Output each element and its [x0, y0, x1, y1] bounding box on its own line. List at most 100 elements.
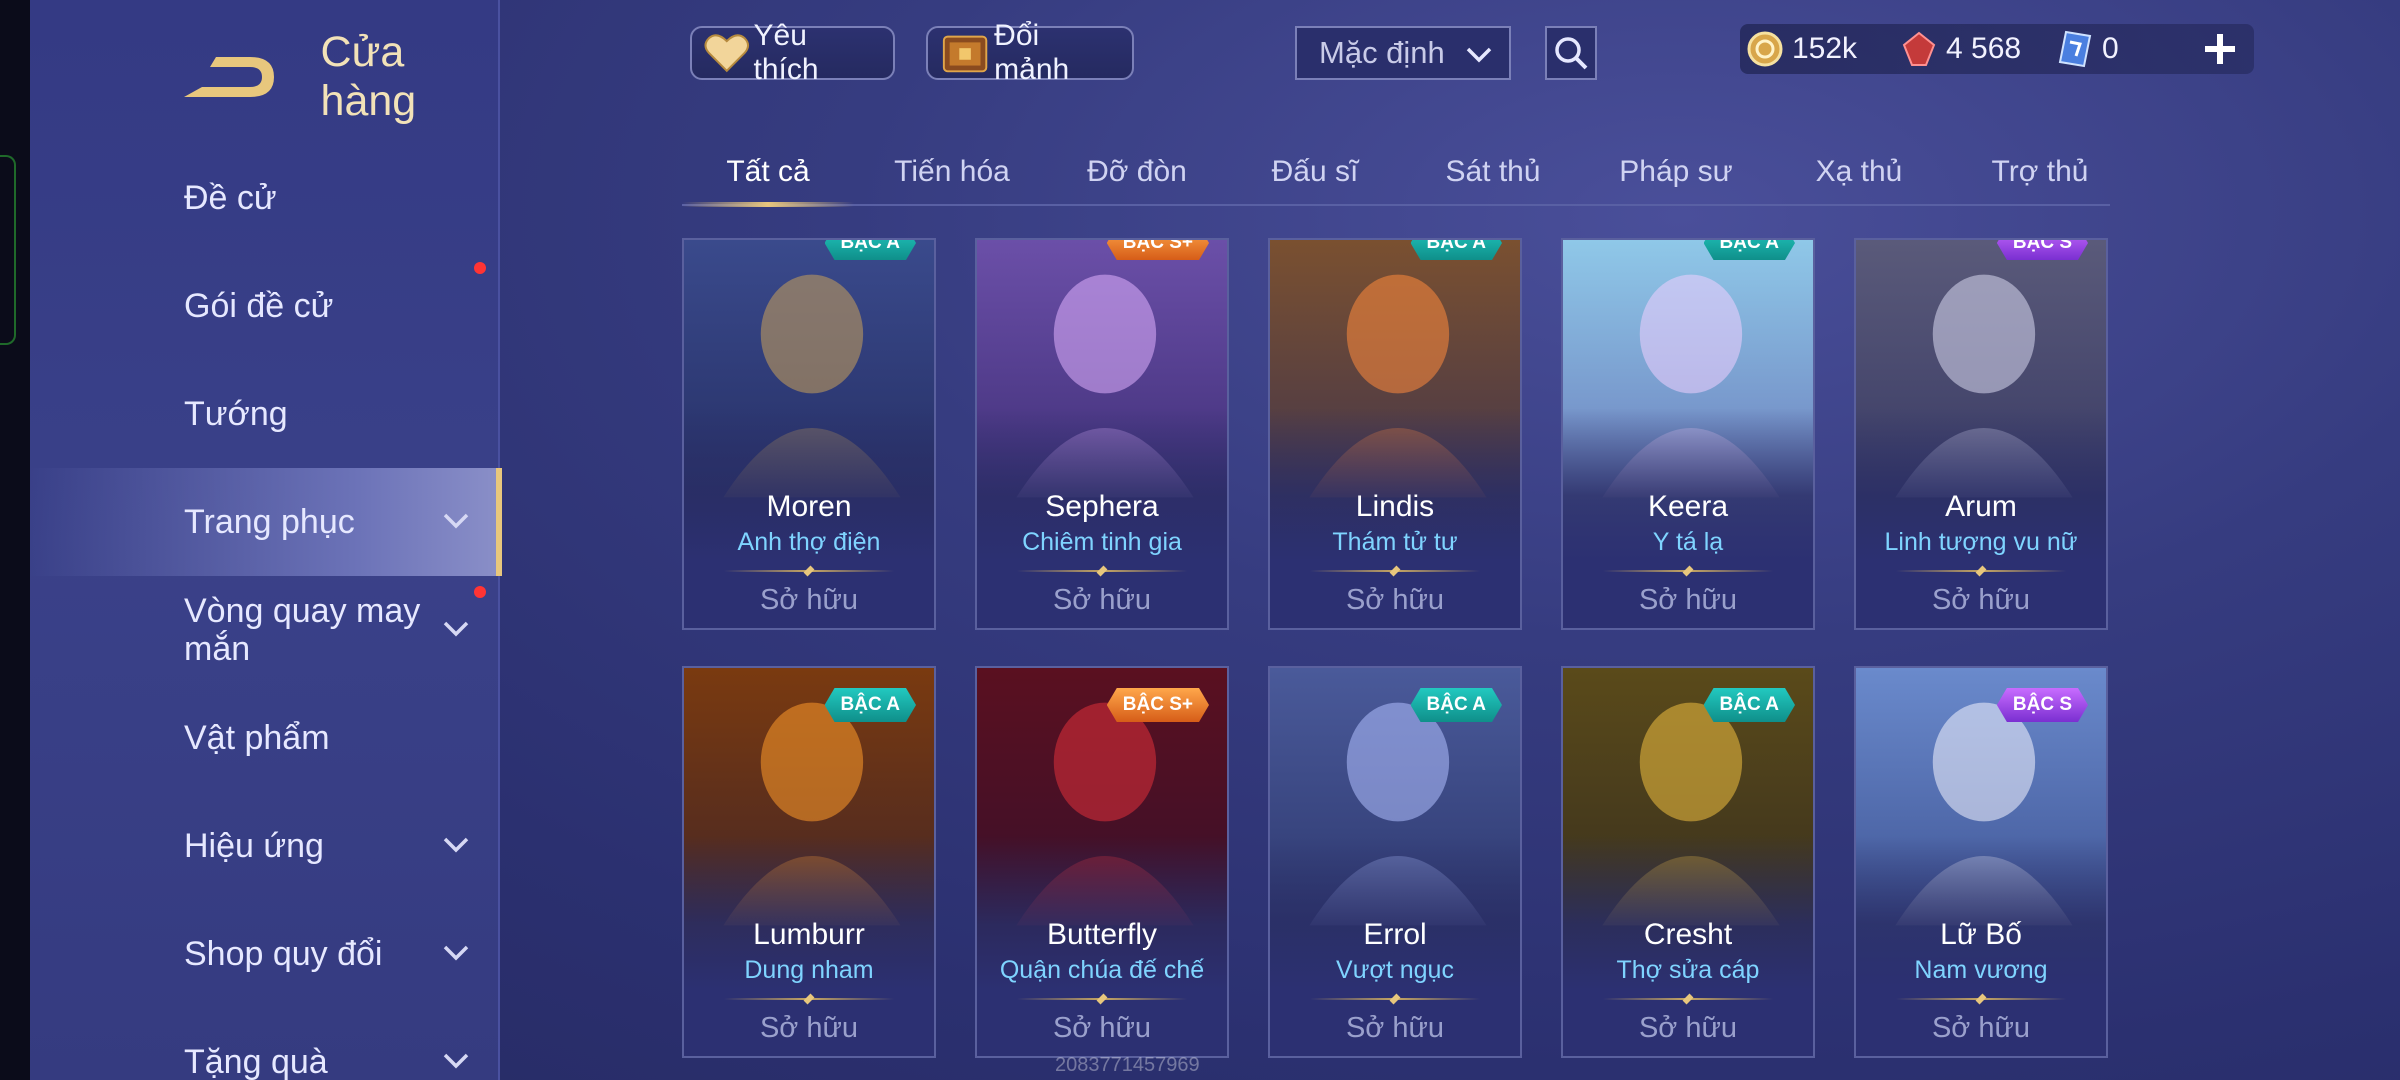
red-gem-icon [1902, 31, 1936, 66]
card-divider [1310, 570, 1480, 572]
exchange-label: Đổi mảnh [994, 19, 1070, 86]
chevron-down-icon [443, 1053, 469, 1069]
voucher-currency: 0 [2058, 24, 2119, 74]
voucher-icon [2058, 30, 2092, 68]
card-divider [1017, 998, 1187, 1000]
sidebar-item-label: Vật phẩm [184, 718, 330, 757]
chevron-down-icon [443, 945, 469, 961]
owned-status: Sở hữu [1052, 584, 1152, 616]
sort-dropdown[interactable]: Mặc định [1295, 26, 1511, 80]
owned-status: Sở hữu [1931, 1012, 2031, 1044]
chevron-down-icon [443, 837, 469, 853]
sort-selected: Mặc định [1319, 35, 1445, 70]
hero-name: Lumburr [753, 918, 865, 951]
sidebar-item-label: Shop quy đổi [184, 934, 383, 973]
gold-coin-icon [1747, 31, 1783, 67]
tab-support[interactable]: Trợ thủ [1950, 140, 2130, 204]
exchange-shards-button[interactable]: Đổi mảnh [926, 19, 1134, 86]
skin-card[interactable]: BẬC A Errol Vượt ngục Sở hữu [1268, 666, 1522, 1058]
skin-name: Thám tử tư [1332, 528, 1458, 556]
tier-badge: BẬC S [1997, 688, 2088, 722]
card-divider [1603, 570, 1773, 572]
card-divider [724, 998, 894, 1000]
owned-status: Sở hữu [759, 1012, 859, 1044]
tab-mage[interactable]: Pháp sư [1586, 140, 1766, 204]
tier-badge: BẬC S+ [1107, 238, 1209, 260]
skin-card[interactable]: BẬC A Lindis Thám tử tư Sở hữu [1268, 238, 1522, 630]
sidebar-item-lucky-spin[interactable]: Vòng quay may mắn [30, 576, 500, 684]
hero-name: Moren [766, 490, 852, 523]
gem-value: 4 568 [1946, 32, 2022, 65]
hero-name: Keera [1647, 490, 1729, 523]
sidebar-item-items[interactable]: Vật phẩm [30, 684, 500, 792]
tab-evolution[interactable]: Tiến hóa [862, 140, 1042, 204]
sidebar-item-exchange-shop[interactable]: Shop quy đổi [30, 900, 500, 1008]
tab-all[interactable]: Tất cả [682, 140, 854, 207]
card-divider [1310, 998, 1480, 1000]
sidebar-item-heroes[interactable]: Tướng [30, 360, 500, 468]
sidebar-item-recommended-packs[interactable]: Gói đề cử [30, 252, 500, 360]
skin-name: Thợ sửa cáp [1616, 956, 1760, 984]
card-divider [1896, 998, 2066, 1000]
sidebar-item-label: Tướng [184, 394, 288, 433]
favorites-label: Yêu thích [753, 19, 819, 86]
tier-badge: BẬC A [1704, 238, 1795, 260]
skin-card[interactable]: BẬC S+ Butterfly Quận chúa đế chế Sở hữu [975, 666, 1229, 1058]
skin-card[interactable]: BẬC A Moren Anh thợ điện Sở hữu [682, 238, 936, 630]
search-button[interactable] [1545, 26, 1597, 80]
skin-name: Chiêm tinh gia [1022, 528, 1182, 556]
owned-status: Sở hữu [759, 584, 859, 616]
hero-name: Butterfly [1046, 918, 1158, 951]
skin-card[interactable]: BẬC A Cresht Thợ sửa cáp Sở hữu [1561, 666, 1815, 1058]
notification-dot [474, 262, 486, 274]
plus-icon [2205, 34, 2235, 64]
tab-tank[interactable]: Đỡ đòn [1052, 140, 1222, 204]
hero-name: Lữ Bố [1940, 918, 2022, 951]
top-up-button[interactable] [2195, 24, 2245, 74]
sidebar-item-gifts[interactable]: Tặng quà [30, 1008, 500, 1080]
chevron-down-icon [443, 513, 469, 529]
sidebar-item-label: Vòng quay may mắn [184, 592, 421, 668]
skin-card[interactable]: BẬC S Arum Linh tượng vu nữ Sở hữu [1854, 238, 2108, 630]
search-icon [1555, 37, 1588, 70]
side-handle[interactable] [0, 155, 16, 345]
favorites-button[interactable]: Yêu thích [690, 19, 895, 86]
tab-marksman[interactable]: Xạ thủ [1774, 140, 1944, 204]
hero-name: Errol [1363, 918, 1427, 951]
skin-card[interactable]: BẬC S Lữ Bố Nam vương Sở hữu [1854, 666, 2108, 1058]
owned-status: Sở hữu [1345, 584, 1445, 616]
tab-fighter[interactable]: Đấu sĩ [1230, 140, 1400, 204]
tier-badge: BẬC S [1997, 238, 2088, 260]
sidebar-item-label: Gói đề cử [184, 286, 334, 325]
gem-currency: 4 568 [1900, 24, 2021, 74]
tab-assassin[interactable]: Sát thủ [1408, 140, 1578, 204]
tier-badge: BẬC A [1411, 688, 1502, 722]
back-button[interactable] [180, 46, 301, 108]
skin-name: Dung nham [744, 956, 874, 984]
skin-card[interactable]: BẬC A Lumburr Dung nham Sở hữu [682, 666, 936, 1058]
skin-name: Y tá lạ [1652, 528, 1724, 556]
card-divider [1017, 570, 1187, 572]
chevron-down-icon [443, 621, 469, 637]
hero-name: Arum [1945, 490, 2017, 523]
hero-name: Cresht [1643, 918, 1733, 951]
sidebar-item-skins[interactable]: Trang phục [30, 468, 502, 576]
owned-status: Sở hữu [1638, 584, 1738, 616]
sidebar-item-effects[interactable]: Hiệu ứng [30, 792, 500, 900]
skin-name: Linh tượng vu nữ [1884, 528, 2078, 556]
shard-chest-icon [942, 35, 988, 73]
notification-dot [474, 586, 486, 598]
skin-name: Nam vương [1914, 956, 2048, 984]
hero-name: Lindis [1355, 490, 1435, 523]
gold-currency: 152k [1746, 24, 1857, 74]
skin-card[interactable]: BẬC S+ Sephera Chiêm tinh gia Sở hữu [975, 238, 1229, 630]
watermark-text: 2083771457969 [1055, 1054, 1200, 1076]
skin-name: Anh thợ điện [737, 528, 881, 556]
skin-card[interactable]: BẬC A Keera Y tá lạ Sở hữu [1561, 238, 1815, 630]
heart-icon [704, 34, 750, 73]
card-divider [1603, 998, 1773, 1000]
owned-status: Sở hữu [1052, 1012, 1152, 1044]
back-arrow-icon [184, 57, 274, 97]
tier-badge: BẬC A [825, 688, 916, 722]
sidebar-item-recommended[interactable]: Đề cử [30, 144, 500, 252]
